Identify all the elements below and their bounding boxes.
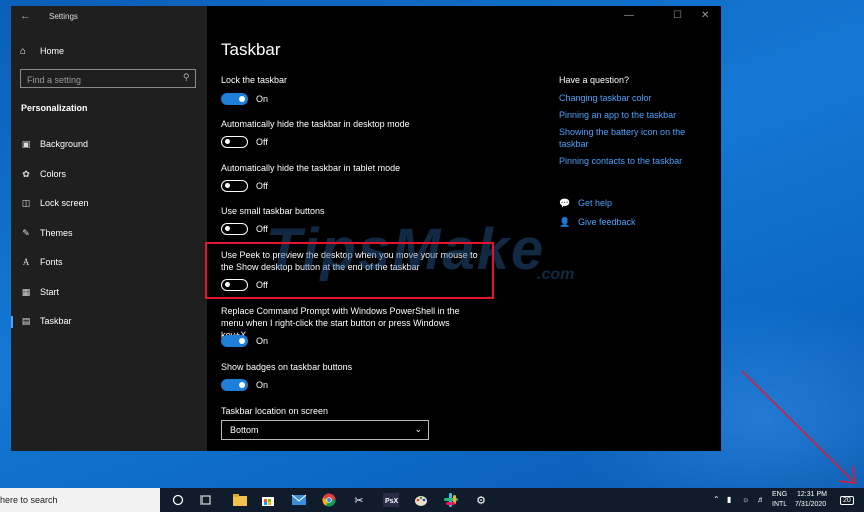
taskbar-search-box[interactable]: here to search <box>0 488 160 512</box>
slack-icon[interactable] <box>442 491 460 509</box>
cortana-icon[interactable] <box>169 491 187 509</box>
file-explorer-icon[interactable] <box>231 491 249 509</box>
watermark-suffix: .com <box>537 266 575 283</box>
language-indicator[interactable]: ENG <box>772 491 787 498</box>
svg-text:PsX: PsX <box>385 498 399 505</box>
settings-gear-icon[interactable]: ⚙ <box>472 491 490 509</box>
store-icon[interactable] <box>259 491 277 509</box>
notification-center-icon[interactable]: 20 <box>840 496 854 505</box>
snipping-tool-icon[interactable]: ✂ <box>350 491 368 509</box>
chevron-up-icon[interactable]: ⌃ <box>713 495 720 504</box>
photoshop-express-icon[interactable]: PsX <box>382 491 400 509</box>
windows-taskbar: here to search ✂ PsX ⚙ ⌃ ▮ ☼ ♬ ENG INTL … <box>0 488 864 512</box>
clock-date[interactable]: 7/31/2020 <box>795 501 826 508</box>
battery-icon[interactable]: ▮ <box>727 495 731 504</box>
volume-icon[interactable]: ♬ <box>757 495 765 504</box>
task-view-icon[interactable] <box>197 491 215 509</box>
paint-icon[interactable] <box>412 491 430 509</box>
highlight-box <box>205 242 494 299</box>
clock-time[interactable]: 12:31 PM <box>797 491 827 498</box>
taskbar-search-text: here to search <box>0 495 58 505</box>
keyboard-layout[interactable]: INTL <box>772 501 787 508</box>
mail-icon[interactable] <box>290 491 308 509</box>
wifi-icon[interactable]: ☼ <box>742 495 749 504</box>
chrome-icon[interactable] <box>320 491 338 509</box>
